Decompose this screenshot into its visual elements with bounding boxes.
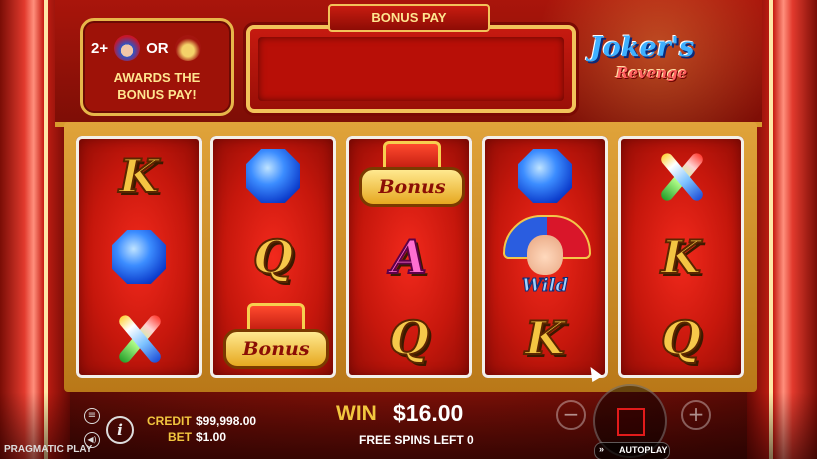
joker-mini-icon [114, 35, 141, 61]
symbol-k: K [118, 148, 160, 204]
free-spins-counter: FREE SPINS LEFT 0 [359, 433, 474, 447]
joker-face [527, 235, 563, 275]
reel-cell: Q [210, 217, 336, 297]
info-icon[interactable]: i [106, 416, 134, 444]
reel-cell [482, 136, 608, 216]
autoplay-label: AUTOPLAY [619, 445, 668, 455]
award-text: AWARDS THE BONUS PAY! [83, 69, 231, 103]
game-stage: 2+ OR AWARDS THE BONUS PAY! BONUS PAY Jo… [0, 0, 817, 459]
symbol-q: Q [660, 310, 702, 366]
bet-increase-button[interactable]: + [681, 400, 711, 430]
joker-wild-symbol: Wild [497, 215, 593, 299]
juggling-pins-symbol [104, 308, 174, 368]
stop-icon [617, 408, 645, 436]
reel-1: K [76, 136, 202, 378]
reel-cell [76, 298, 202, 378]
bonus-pay-label: BONUS PAY [371, 10, 447, 25]
bonus-symbol-label: Bonus [359, 167, 465, 207]
bonus-mini-icon [174, 35, 201, 61]
reel-cell: K [482, 298, 608, 378]
bonus-pay-panel [246, 25, 576, 113]
bonus-symbol-label: Bonus [223, 329, 329, 369]
reel-cell [76, 217, 202, 297]
game-logo: Joker's Revenge [584, 32, 734, 92]
bet-label: BET [168, 430, 192, 444]
sapphire-symbol [518, 149, 572, 203]
symbol-k: K [660, 229, 702, 285]
sapphire-symbol [112, 230, 166, 284]
award-count: 2+ [91, 39, 109, 57]
award-or-label: OR [146, 39, 169, 57]
reel-cell [210, 136, 336, 216]
reel-3: Bonus A Q [346, 136, 472, 378]
juggling-pins-symbol [646, 146, 716, 206]
logo-line-1: Joker's [590, 32, 695, 63]
reel-cell: K [76, 136, 202, 216]
win-value: $16.00 [393, 400, 464, 426]
curtain-stripe [769, 0, 773, 459]
reel-cell: Bonus [346, 136, 472, 216]
symbol-q: Q [388, 310, 430, 366]
bonus-symbol: Bonus [223, 303, 329, 373]
bonus-award-info-box: 2+ OR AWARDS THE BONUS PAY! [80, 18, 234, 116]
reel-cell: Bonus [210, 298, 336, 378]
reel-cell: A [346, 217, 472, 297]
reel-2: Q Bonus [210, 136, 336, 378]
bet-value: $1.00 [196, 430, 227, 444]
logo-line-2: Revenge [616, 64, 688, 82]
symbol-k: K [524, 310, 566, 366]
award-line-2: BONUS PAY! [117, 87, 197, 102]
curtain-stripe [44, 0, 48, 459]
award-condition-row: 2+ OR [91, 33, 201, 63]
reel-5: KQ [618, 136, 744, 378]
award-line-1: AWARDS THE [113, 70, 201, 85]
win-label: WIN [336, 402, 377, 425]
sapphire-symbol [246, 149, 300, 203]
reel-4: Wild K [482, 136, 608, 378]
credit-value: $99,998.00 [196, 414, 257, 428]
bonus-symbol: Bonus [359, 141, 465, 211]
bet-decrease-button[interactable]: − [556, 400, 586, 430]
brand-label: PRAGMATIC PLAY [4, 444, 93, 455]
bonus-pay-label-box: BONUS PAY [328, 4, 490, 32]
symbol-a: A [390, 229, 428, 285]
menu-icon[interactable]: ≡ [84, 408, 100, 424]
reel-cell: K [618, 217, 744, 297]
autoplay-button[interactable]: » AUTOPLAY [594, 442, 670, 459]
reel-cell: Q [618, 298, 744, 378]
reel-cell: Wild [482, 215, 608, 299]
symbol-q: Q [252, 229, 294, 285]
autoplay-icon: » [599, 444, 605, 454]
wild-symbol-label: Wild [521, 275, 569, 297]
credit-label: CREDIT [147, 414, 192, 428]
reel-cell: Q [346, 298, 472, 378]
bonus-pay-display [258, 37, 564, 101]
reel-frame: K Q Bonus Bonus A Q Wild K KQ [64, 122, 757, 392]
reel-cell [618, 136, 744, 216]
